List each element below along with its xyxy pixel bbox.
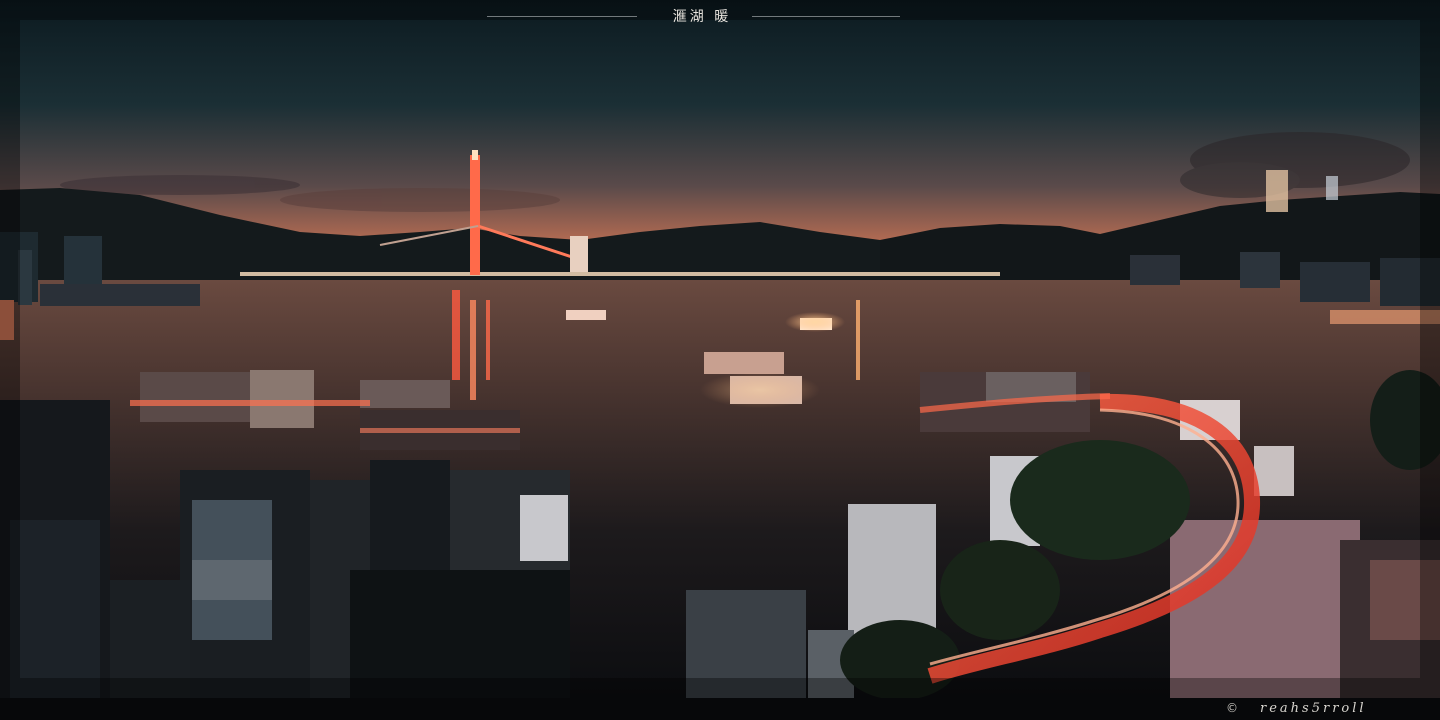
signature-watermark: reahs5rroll bbox=[1260, 701, 1367, 716]
copyright-icon: © bbox=[1226, 701, 1238, 715]
night-harbor-photo bbox=[0, 0, 1440, 698]
photo-illustration bbox=[0, 0, 1440, 698]
footer-strip: © reahs5rroll bbox=[0, 698, 1440, 720]
left-waterfront bbox=[0, 370, 570, 698]
